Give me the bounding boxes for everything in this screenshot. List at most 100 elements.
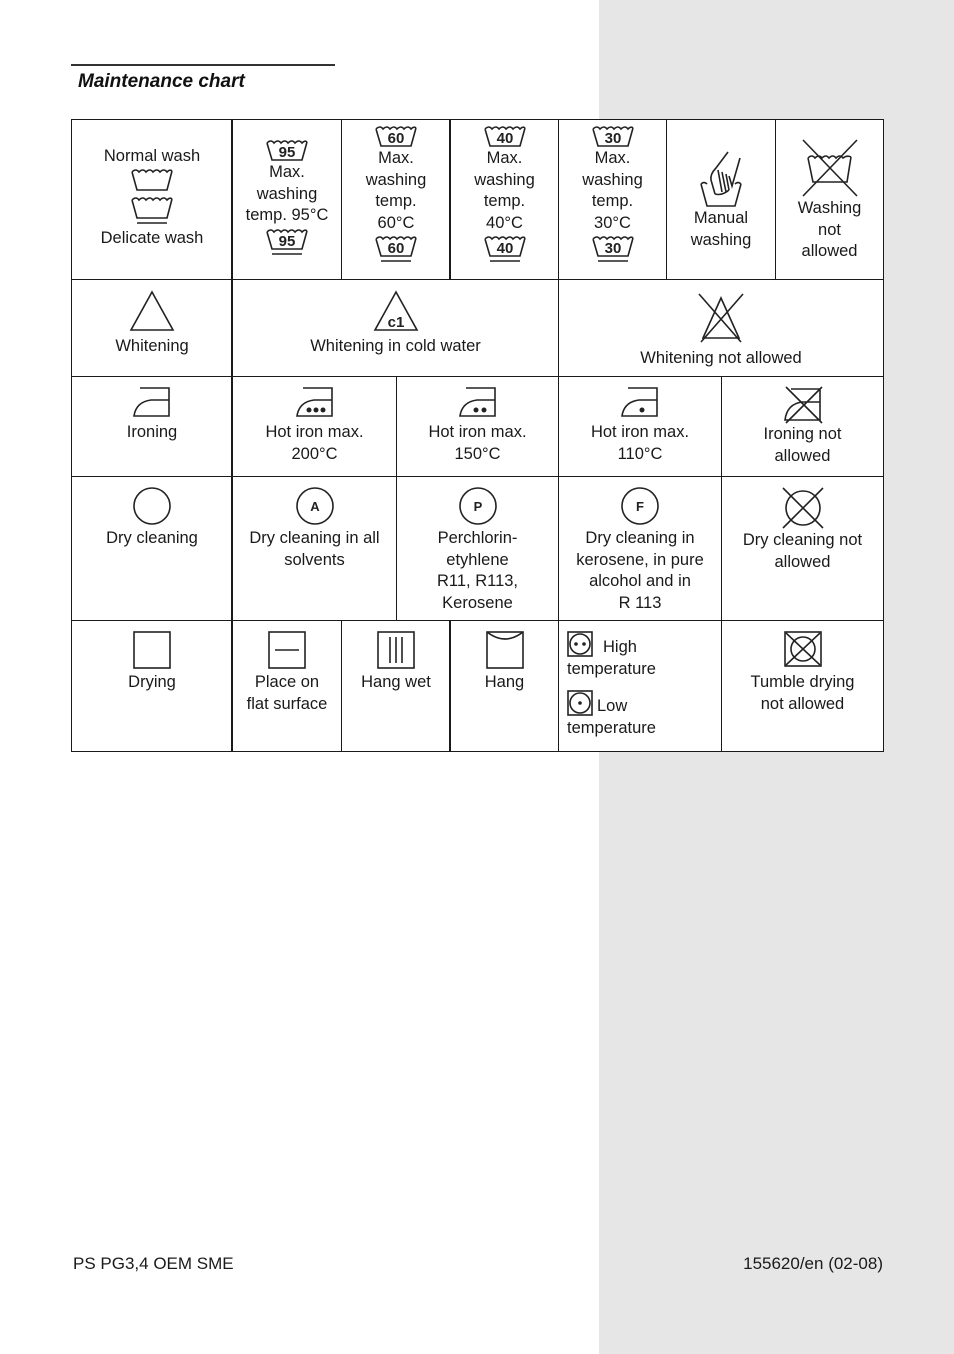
cell-hot-iron-150: Hot iron max. 150°C	[396, 376, 559, 477]
dry-flat-icon	[268, 631, 306, 669]
max-95-label: Max. washing temp. 95°C	[245, 163, 329, 224]
hang-wet-label: Hang wet	[361, 673, 431, 691]
wash-temp-number: 95	[279, 144, 296, 161]
cell-whitening-cold: c1 Whitening in cold water	[231, 279, 559, 377]
cell-dry-cleaning-not-allowed: Dry cleaning not allowed	[721, 476, 884, 621]
iron-one-dot-icon	[621, 387, 658, 417]
hand-wash-icon	[700, 151, 742, 207]
circle-p-icon: P	[458, 487, 497, 525]
cell-hang: Hang	[449, 620, 559, 752]
svg-text:A: A	[310, 499, 320, 514]
line-dry-icon	[485, 631, 524, 669]
svg-text:30: 30	[604, 240, 621, 257]
whitening-not-allowed-icon	[698, 293, 744, 343]
ironing-not-allowed-icon	[783, 386, 823, 424]
cell-tumble-not-allowed: Tumble drying not allowed	[721, 620, 884, 752]
wash-40-delicate-icon: 40	[483, 236, 526, 262]
hot-iron-150-label: Hot iron max. 150°C	[428, 423, 527, 463]
max-40-label: Max. washing temp. 40°C	[474, 149, 535, 232]
dry-cleaning-a-label: Dry cleaning in all solvents	[249, 529, 380, 569]
svg-text:c1: c1	[387, 314, 404, 331]
whitening-cold-label: Whitening in cold water	[310, 337, 481, 355]
svg-text:P: P	[473, 499, 482, 514]
manual-washing-label: Manual washing	[690, 209, 752, 249]
cell-dry-cleaning-p: P Perchlorin- etyhlene R11, R113, Kerose…	[396, 476, 559, 621]
wash-tub-icon	[131, 168, 173, 191]
cell-whitening: Whitening	[71, 279, 233, 377]
triangle-icon	[129, 290, 175, 331]
washing-not-allowed-label: Washing not allowed	[797, 199, 862, 260]
wash-95-icon: 95	[266, 140, 308, 161]
ironing-not-allowed-label: Ironing not allowed	[763, 425, 842, 465]
dry-cleaning-p-label: Perchlorin- etyhlene R11, R113, Kerosene	[436, 529, 519, 612]
iron-icon	[133, 387, 170, 417]
delicate-wash-label: Delicate wash	[100, 228, 204, 247]
triangle-c1-icon: c1	[373, 290, 418, 331]
cell-max-60: 60 Max. washing temp. 60°C 60	[341, 119, 451, 280]
cell-drying: Drying	[71, 620, 233, 752]
footer-doc-number: 155620/en (02-08)	[743, 1254, 883, 1273]
svg-text:40: 40	[496, 240, 513, 257]
circle-f-icon: F	[621, 487, 659, 525]
tumble-low-icon	[567, 689, 593, 716]
cell-dry-cleaning-a: A Dry cleaning in all solvents	[231, 476, 397, 621]
svg-text:F: F	[636, 499, 644, 514]
cell-washing-not-allowed: Washing not allowed	[775, 119, 884, 280]
cell-hot-iron-110: Hot iron max. 110°C	[558, 376, 722, 477]
tumble-low-row: Low	[559, 688, 721, 718]
normal-wash-label: Normal wash	[103, 147, 201, 165]
tumble-not-allowed-icon	[783, 631, 822, 667]
ironing-label: Ironing	[126, 423, 178, 441]
dry-cleaning-f-label: Dry cleaning in kerosene, in pure alcoho…	[576, 529, 704, 612]
drying-label: Drying	[128, 673, 176, 691]
cell-ironing: Ironing	[71, 376, 233, 477]
svg-text:95: 95	[279, 233, 296, 250]
wash-40-icon: 40	[483, 126, 526, 147]
svg-text:40: 40	[496, 130, 513, 147]
wash-30-delicate-icon: 30	[591, 236, 634, 262]
cell-manual-washing: Manual washing	[666, 119, 776, 280]
wash-30-icon: 30	[591, 126, 634, 147]
tumble-low-label: Low	[597, 697, 628, 715]
circle-a-icon: A	[295, 487, 334, 525]
drip-dry-icon	[377, 631, 415, 669]
wash-60-icon: 60	[375, 126, 417, 147]
square-icon	[133, 631, 171, 669]
dry-cleaning-not-allowed-label: Dry cleaning not allowed	[742, 531, 863, 571]
cell-whitening-not-allowed: Whitening not allowed	[558, 279, 884, 377]
washing-not-allowed-icon	[801, 139, 858, 197]
wash-60-delicate-icon: 60	[375, 236, 417, 262]
tumble-high-row: High	[559, 629, 721, 659]
tumble-low-label-2: temperature	[567, 718, 656, 737]
hot-iron-110-label: Hot iron max. 110°C	[590, 423, 690, 463]
wash-95-delicate-icon: 95	[266, 228, 308, 255]
max-30-label: Max. washing temp. 30°C	[582, 149, 643, 232]
iron-three-dots-icon	[295, 387, 333, 417]
footer-model: PS PG3,4 OEM SME	[73, 1254, 234, 1273]
dry-cleaning-not-allowed-icon	[781, 487, 824, 529]
dry-cleaning-label: Dry cleaning	[106, 529, 198, 547]
svg-text:60: 60	[388, 240, 405, 257]
iron-two-dots-icon	[458, 387, 496, 417]
delicate-wash-icon	[131, 196, 173, 224]
svg-text:60: 60	[388, 130, 405, 147]
cell-dry-cleaning: Dry cleaning	[71, 476, 233, 621]
header-rule	[71, 64, 335, 66]
cell-normal-delicate-wash: Normal wash Delicate wash	[71, 119, 233, 280]
tumble-high-icon	[567, 630, 593, 657]
tumble-not-allowed-label: Tumble drying not allowed	[750, 673, 855, 713]
whitening-label: Whitening	[115, 337, 189, 355]
cell-max-40: 40 Max. washing temp. 40°C 40	[449, 119, 559, 280]
tumble-high-label: High	[603, 638, 637, 656]
cell-flat-surface: Place on flat surface	[231, 620, 342, 752]
hang-label: Hang	[484, 673, 525, 691]
hot-iron-200-label: Hot iron max. 200°C	[265, 423, 364, 463]
cell-ironing-not-allowed: Ironing not allowed	[721, 376, 884, 477]
cell-max-95: 95 Max. washing temp. 95°C 95	[231, 119, 342, 280]
max-60-label: Max. washing temp. 60°C	[365, 149, 427, 232]
cell-hot-iron-200: Hot iron max. 200°C	[231, 376, 397, 477]
cell-tumble-temperature: High temperature Low temperature	[558, 620, 722, 752]
page-title: Maintenance chart	[78, 71, 245, 92]
tumble-high-label-2: temperature	[567, 659, 656, 678]
svg-text:30: 30	[604, 130, 621, 147]
